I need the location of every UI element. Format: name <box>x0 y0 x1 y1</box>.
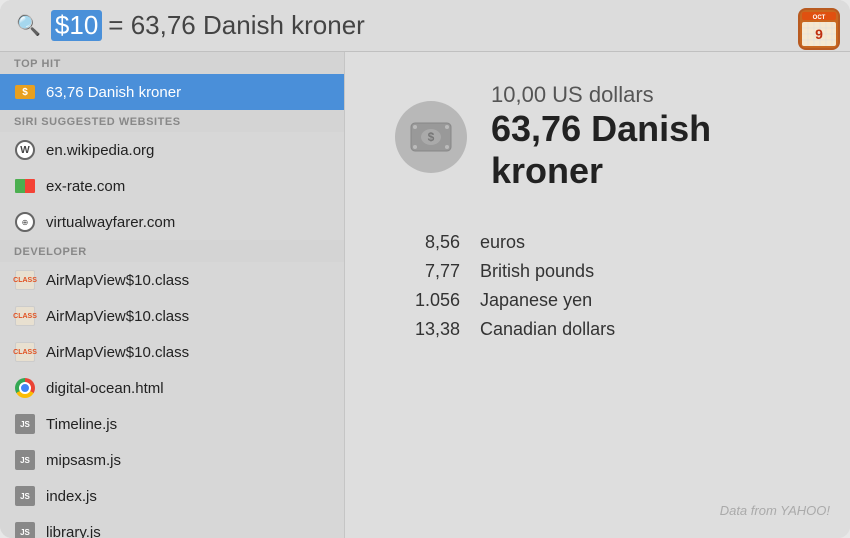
list-item[interactable]: ⊕ virtualwayfarer.com <box>0 204 344 240</box>
siri-item-label: virtualwayfarer.com <box>46 214 175 231</box>
compass-icon: ⊕ <box>14 211 36 233</box>
list-item[interactable]: CLASS AirMapView$10.class <box>0 334 344 370</box>
svg-text:OCT: OCT <box>813 15 826 21</box>
list-item[interactable]: JS index.js <box>0 478 344 514</box>
section-top-hit: TOP HIT <box>0 52 344 74</box>
dev-item-label: digital-ocean.html <box>46 380 164 397</box>
search-result-preview: = 63,76 Danish kroner <box>108 10 365 41</box>
list-item[interactable]: ex-rate.com <box>0 168 344 204</box>
conversion-from: 10,00 US dollars <box>491 82 800 108</box>
conv-amount: 1.056 <box>405 290 460 311</box>
svg-text:$: $ <box>428 130 435 144</box>
class-icon: CLASS <box>14 305 36 327</box>
conversion-header: $ 10,00 US dollars 63,76 Danish kroner <box>395 82 800 192</box>
right-panel: $ 10,00 US dollars 63,76 Danish kroner 8… <box>345 52 850 538</box>
list-item[interactable]: CLASS AirMapView$10.class <box>0 298 344 334</box>
spotlight-window: OCT 9 🔍 $10 = 63,76 Danish kroner TOP HI… <box>0 0 850 538</box>
currency-icon <box>14 81 36 103</box>
js-icon: JS <box>14 449 36 471</box>
money-icon: $ <box>409 119 453 155</box>
conversion-main: 10,00 US dollars 63,76 Danish kroner <box>491 82 800 192</box>
list-item[interactable]: CLASS AirMapView$10.class <box>0 262 344 298</box>
conv-currency: Japanese yen <box>480 290 592 311</box>
section-siri-suggested: SIRI SUGGESTED WEBSITES <box>0 110 344 132</box>
conv-currency: Canadian dollars <box>480 319 615 340</box>
list-item[interactable]: JS library.js <box>0 514 344 538</box>
dev-item-label: index.js <box>46 488 97 505</box>
conversion-row: 1.056 Japanese yen <box>405 290 800 311</box>
wikipedia-icon: W <box>14 139 36 161</box>
list-item[interactable]: JS mipsasm.js <box>0 442 344 478</box>
class-icon: CLASS <box>14 269 36 291</box>
conversion-row: 7,77 British pounds <box>405 261 800 282</box>
list-item[interactable]: digital-ocean.html <box>0 370 344 406</box>
js-icon: JS <box>14 485 36 507</box>
calendar-app-icon[interactable]: OCT 9 <box>798 8 840 50</box>
top-hit-item[interactable]: 63,76 Danish kroner <box>0 74 344 110</box>
chrome-icon <box>14 377 36 399</box>
search-icon: 🔍 <box>16 13 41 38</box>
list-item[interactable]: JS Timeline.js <box>0 406 344 442</box>
search-amount[interactable]: $10 <box>51 10 102 41</box>
conv-amount: 8,56 <box>405 232 460 253</box>
dev-item-label: AirMapView$10.class <box>46 308 189 325</box>
top-hit-label: 63,76 Danish kroner <box>46 84 181 101</box>
conv-currency: euros <box>480 232 525 253</box>
money-icon-circle: $ <box>395 101 467 173</box>
content-area: TOP HIT 63,76 Danish kroner SIRI SUGGEST… <box>0 52 850 538</box>
svg-text:9: 9 <box>815 26 823 42</box>
conv-amount: 7,77 <box>405 261 460 282</box>
search-bar: 🔍 $10 = 63,76 Danish kroner <box>0 0 850 52</box>
conversion-row: 13,38 Canadian dollars <box>405 319 800 340</box>
data-source: Data from YAHOO! <box>720 503 830 518</box>
conversion-list: 8,56 euros 7,77 British pounds 1.056 Jap… <box>395 232 800 340</box>
left-panel: TOP HIT 63,76 Danish kroner SIRI SUGGEST… <box>0 52 345 538</box>
js-icon: JS <box>14 413 36 435</box>
js-icon: JS <box>14 521 36 538</box>
conversion-to: 63,76 Danish kroner <box>491 108 800 192</box>
search-query: $10 = 63,76 Danish kroner <box>51 10 365 41</box>
conv-currency: British pounds <box>480 261 594 282</box>
section-developer: DEVELOPER <box>0 240 344 262</box>
dev-item-label: AirMapView$10.class <box>46 344 189 361</box>
conversion-row: 8,56 euros <box>405 232 800 253</box>
calendar-icon: OCT 9 <box>800 10 838 48</box>
dev-item-label: mipsasm.js <box>46 452 121 469</box>
conv-amount: 13,38 <box>405 319 460 340</box>
list-item[interactable]: W en.wikipedia.org <box>0 132 344 168</box>
siri-item-label: ex-rate.com <box>46 178 125 195</box>
dev-item-label: library.js <box>46 524 101 538</box>
dev-item-label: Timeline.js <box>46 416 117 433</box>
class-icon: CLASS <box>14 341 36 363</box>
dev-item-label: AirMapView$10.class <box>46 272 189 289</box>
exrate-icon <box>14 175 36 197</box>
siri-item-label: en.wikipedia.org <box>46 142 154 159</box>
